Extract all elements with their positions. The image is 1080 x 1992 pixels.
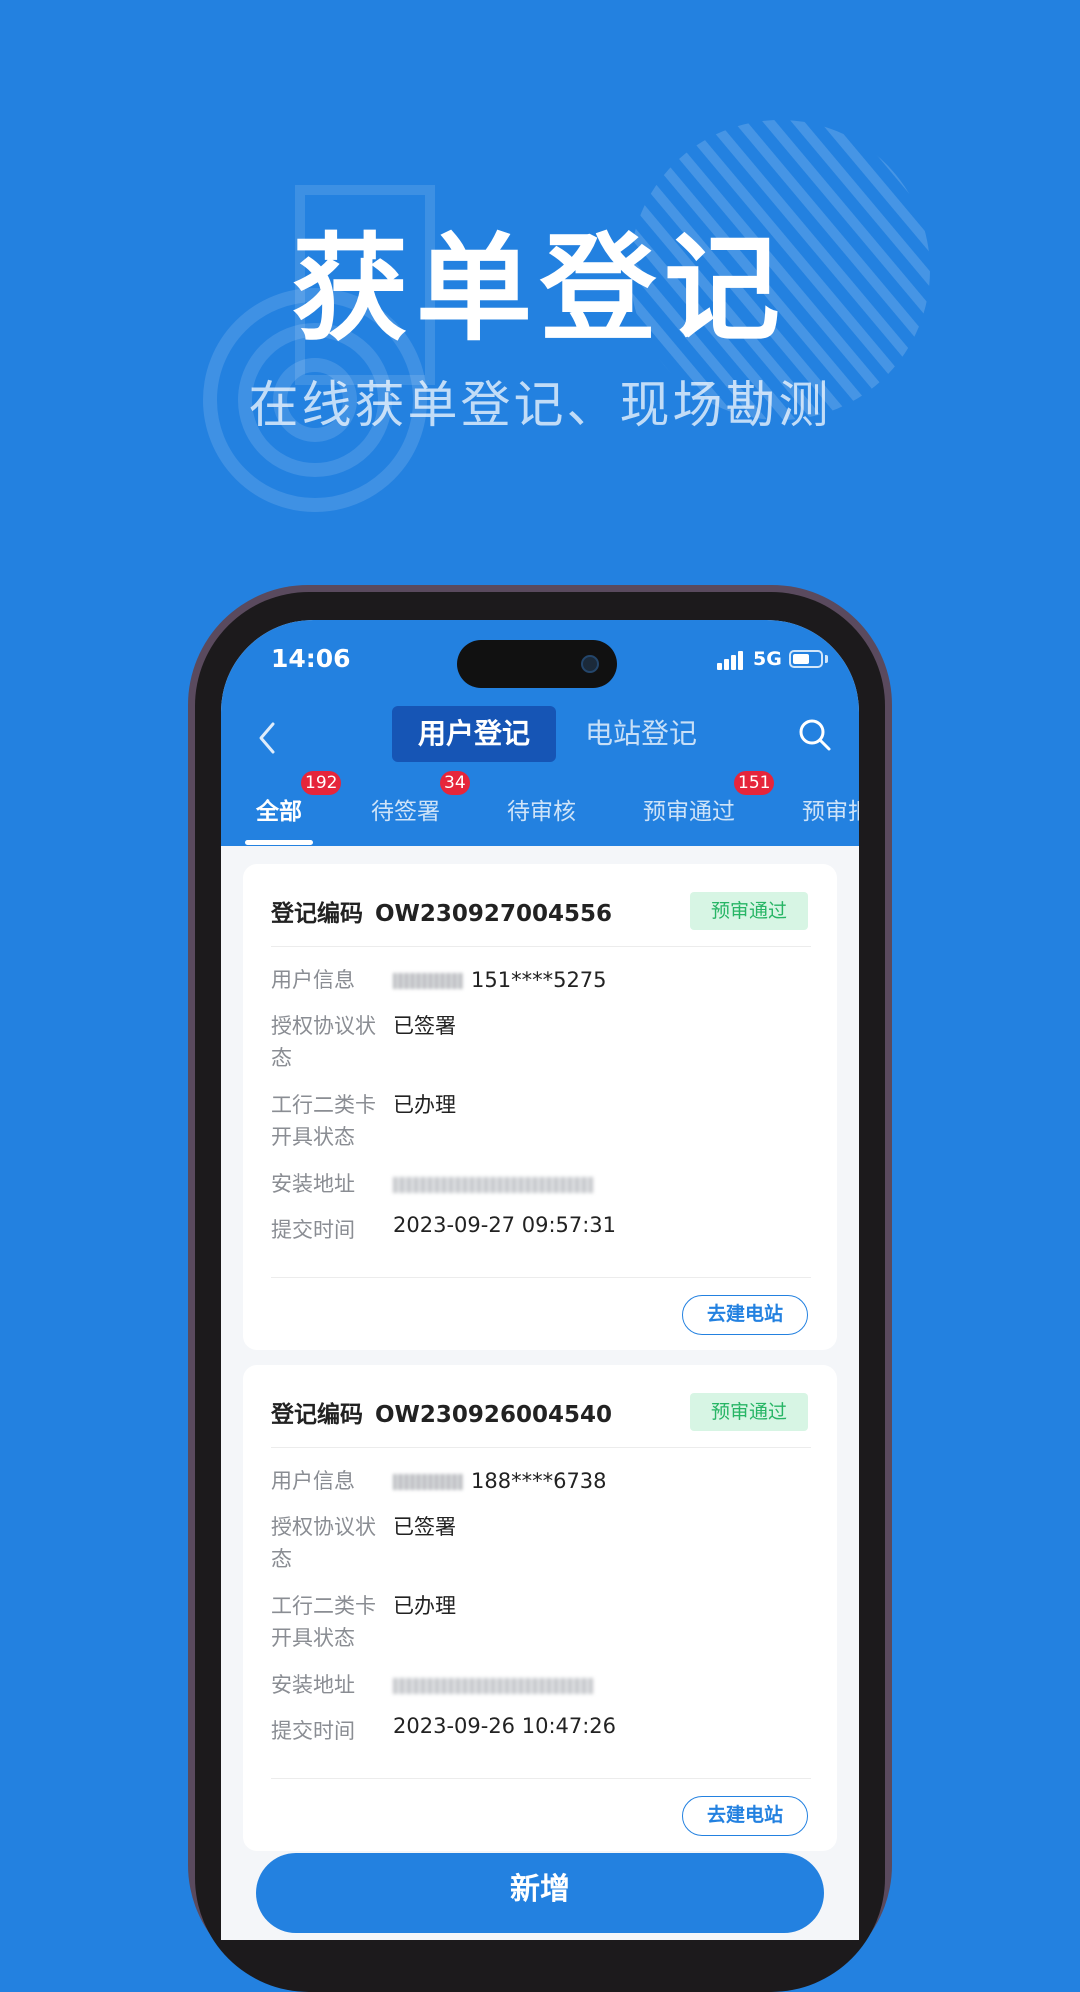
app-header: 14:06 5G 用户登记 电站登记 全部 192 待签署 34 待审核 预审通… [221,620,859,846]
tab-all[interactable]: 全部 [256,792,302,826]
signal-icon [717,650,747,670]
record-code-value: OW230927004556 [375,901,612,927]
search-button[interactable] [795,715,835,755]
divider [271,1778,811,1779]
tab-underline [245,840,313,845]
submit-time-label: 提交时间 [271,1719,355,1743]
add-button[interactable]: 新增 [256,1853,824,1933]
status-badge: 预审通过 [690,892,808,930]
address-label: 安装地址 [271,1673,355,1697]
record-card[interactable]: 登记编码 OW230926004540 预审通过 用户信息 188****6738… [243,1365,837,1851]
record-code-label: 登记编码 [271,901,363,927]
user-phone: 151****5275 [471,968,607,992]
submit-time-value: 2023-09-27 09:57:31 [393,1213,617,1237]
hero-title: 获单登记 [292,222,788,357]
divider [271,1277,811,1278]
tab-prereview-rejected[interactable]: 预审拒 [802,792,859,826]
status-badge: 预审通过 [690,1393,808,1431]
card-status-value: 已办理 [393,1594,456,1618]
divider [271,1447,811,1448]
user-info-label: 用户信息 [271,968,355,992]
tab-pending-sign-badge: 34 [440,771,470,795]
tab-prereview-passed-badge: 151 [734,771,775,795]
dynamic-island [457,640,617,688]
user-phone: 188****6738 [471,1469,607,1493]
auth-status-label: 授权协议状态 [271,1515,376,1571]
segment-station-registration[interactable]: 电站登记 [556,706,726,762]
card-status-label: 工行二类卡开具状态 [271,1093,376,1149]
network-label: 5G [753,648,782,670]
divider [271,946,811,947]
auth-status-value: 已签署 [393,1014,456,1038]
card-status-label: 工行二类卡开具状态 [271,1594,376,1650]
tab-pending-sign[interactable]: 待签署 [371,792,440,826]
camera-icon [581,655,599,673]
search-icon [799,719,831,751]
tab-all-badge: 192 [301,771,342,795]
status-time: 14:06 [271,644,351,673]
record-code-value: OW230926004540 [375,1402,612,1428]
build-station-button[interactable]: 去建电站 [682,1295,808,1335]
battery-tip [825,655,828,663]
redacted-address [393,1678,593,1694]
redacted-name [393,1474,463,1490]
user-info-label: 用户信息 [271,1469,355,1493]
user-info-value: 188****6738 [393,1465,607,1497]
back-button[interactable] [249,714,289,762]
user-info-value: 151****5275 [393,964,607,996]
redacted-name [393,973,463,989]
submit-time-label: 提交时间 [271,1218,355,1242]
submit-time-value: 2023-09-26 10:47:26 [393,1714,617,1738]
tab-pending-review[interactable]: 待审核 [507,792,576,826]
card-status-value: 已办理 [393,1093,456,1117]
auth-status-value: 已签署 [393,1515,456,1539]
record-code-label: 登记编码 [271,1402,363,1428]
tab-prereview-passed[interactable]: 预审通过 [643,792,735,826]
record-code: 登记编码 OW230927004556 [271,894,612,928]
record-card[interactable]: 登记编码 OW230927004556 预审通过 用户信息 151****5275… [243,864,837,1350]
phone-screen: 14:06 5G 用户登记 电站登记 全部 192 待签署 34 待审核 预审通… [221,620,859,1940]
redacted-address [393,1177,593,1193]
address-label: 安装地址 [271,1172,355,1196]
build-station-button[interactable]: 去建电站 [682,1796,808,1836]
segment-user-registration[interactable]: 用户登记 [392,706,556,762]
hero-subtitle: 在线获单登记、现场勘测 [248,376,832,434]
battery-icon [789,650,823,668]
chevron-left-icon [259,722,275,754]
auth-status-label: 授权协议状态 [271,1014,376,1070]
record-code: 登记编码 OW230926004540 [271,1395,612,1429]
